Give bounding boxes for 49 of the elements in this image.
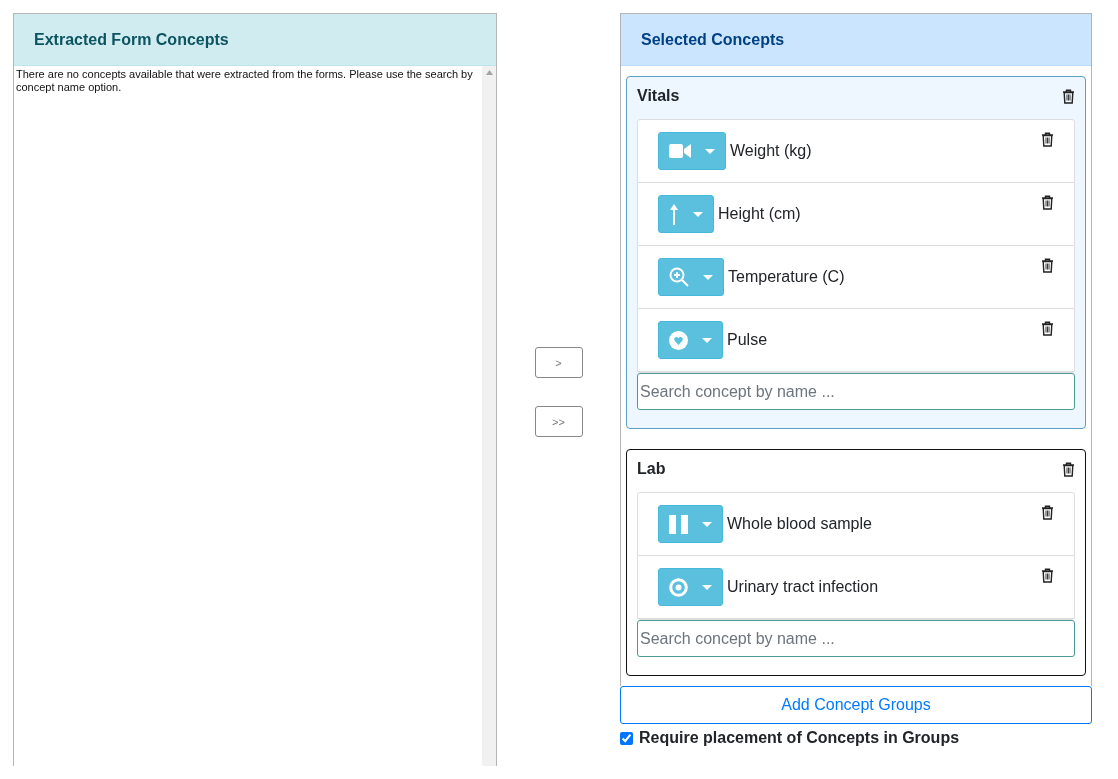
caret-icon bbox=[703, 274, 713, 280]
pause-icon bbox=[669, 514, 688, 534]
concept-name: Temperature (C) bbox=[728, 268, 845, 286]
checkbox-label: Require placement of Concepts in Groups bbox=[639, 729, 960, 747]
scroll-up-icon bbox=[485, 70, 493, 75]
search-field[interactable]: Search concept by name ... bbox=[637, 620, 1075, 657]
panel-title: Selected Concepts bbox=[641, 30, 785, 49]
require-placement-checkbox[interactable] bbox=[620, 731, 633, 745]
trash-button[interactable] bbox=[1062, 88, 1075, 104]
trash-icon bbox=[1041, 258, 1054, 273]
concept-name: Pulse bbox=[727, 331, 768, 349]
trash-icon bbox=[1062, 88, 1075, 104]
trash-button[interactable] bbox=[1041, 258, 1054, 273]
transfer-button[interactable]: > bbox=[534, 347, 583, 378]
trash-icon bbox=[1041, 132, 1054, 147]
caret-icon bbox=[702, 337, 712, 343]
group-name: Vitals bbox=[637, 87, 680, 105]
trash-icon bbox=[1041, 568, 1054, 583]
target-icon bbox=[669, 577, 688, 597]
trash-icon bbox=[1041, 505, 1054, 520]
concept-name: Weight (kg) bbox=[730, 142, 812, 160]
trash-button[interactable] bbox=[1041, 195, 1054, 210]
trash-icon bbox=[1062, 461, 1075, 477]
trash-button[interactable] bbox=[1041, 321, 1054, 336]
concept-name: Whole blood sample bbox=[727, 515, 872, 533]
trash-button[interactable] bbox=[1041, 505, 1054, 520]
trash-button[interactable] bbox=[1041, 132, 1054, 147]
panel-title: Extracted Form Concepts bbox=[34, 30, 229, 49]
scrollbar[interactable] bbox=[482, 66, 496, 766]
transfer-button[interactable]: >> bbox=[534, 406, 583, 437]
trash-icon bbox=[1041, 321, 1054, 336]
trash-button[interactable] bbox=[1062, 461, 1075, 477]
concept-name: Height (cm) bbox=[718, 205, 801, 223]
concept-group[interactable]: Lab Whole blood sample Urinary tract infection Search concept by name ... bbox=[626, 449, 1086, 676]
search-field[interactable]: Search concept by name ... bbox=[637, 373, 1075, 410]
zoom-in-icon bbox=[669, 267, 689, 287]
caret-icon bbox=[693, 211, 703, 217]
concept-group[interactable]: Vitals Weight (kg) Height (cm) Temperature (C) Pulse Search concept by name ... bbox=[626, 76, 1086, 429]
trash-button[interactable] bbox=[1041, 568, 1054, 583]
add-groups-button[interactable]: Add Concept Groups bbox=[620, 686, 1092, 724]
caret-icon bbox=[705, 148, 715, 154]
caret-icon bbox=[702, 584, 712, 590]
concept-name: Urinary tract infection bbox=[727, 578, 879, 596]
video-camera-icon bbox=[669, 143, 691, 159]
trash-icon bbox=[1041, 195, 1054, 210]
empty-message: There are no concepts available that were extracted from the forms. Please use the search by concept name option. bbox=[16, 68, 474, 95]
up-arrow-icon bbox=[669, 203, 679, 225]
caret-icon bbox=[702, 521, 712, 527]
group-name: Lab bbox=[637, 460, 666, 478]
